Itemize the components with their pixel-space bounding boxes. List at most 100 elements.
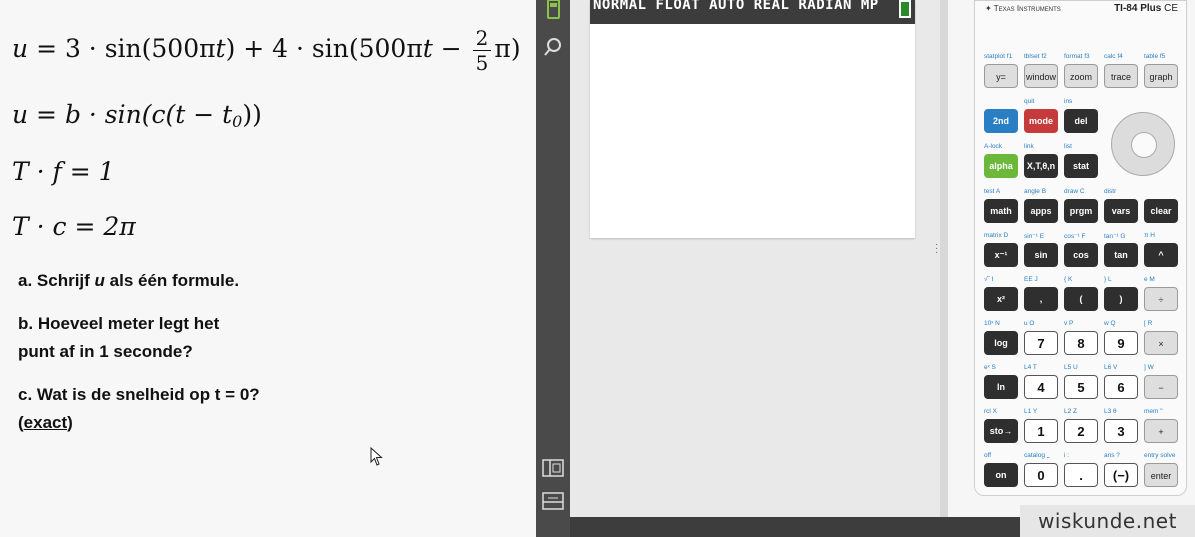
key-4-4[interactable]: ^ — [1144, 243, 1178, 267]
key-6-1[interactable]: 7 — [1024, 331, 1058, 355]
watermark: wiskunde.net — [1020, 505, 1195, 537]
key-label-1-2: ins — [1064, 98, 1073, 105]
key-9-2[interactable]: . — [1064, 463, 1098, 487]
key-4-0[interactable]: x⁻¹ — [984, 243, 1018, 267]
key-5-4[interactable]: ÷ — [1144, 287, 1178, 311]
key-label-5-4: e M — [1144, 276, 1155, 283]
layout-icon[interactable] — [542, 457, 564, 479]
key-8-2[interactable]: 2 — [1064, 419, 1098, 443]
question-b: b. Hoeveel meter legt het punt af in 1 s… — [18, 314, 220, 361]
key-5-1[interactable]: , — [1024, 287, 1058, 311]
key-5-3[interactable]: ) — [1104, 287, 1138, 311]
key-6-2[interactable]: 8 — [1064, 331, 1098, 355]
key-7-3[interactable]: 6 — [1104, 375, 1138, 399]
key-1-2[interactable]: del — [1064, 109, 1098, 133]
key-label-0-1: tblset f2 — [1024, 53, 1047, 60]
panel-icon[interactable] — [542, 490, 564, 512]
key-2-0[interactable]: alpha — [984, 154, 1018, 178]
search-icon[interactable] — [542, 36, 564, 58]
battery-icon — [899, 0, 911, 18]
key-label-0-3: calc f4 — [1104, 53, 1123, 60]
key-8-0[interactable]: sto→ — [984, 419, 1018, 443]
key-5-2[interactable]: ( — [1064, 287, 1098, 311]
key-label-4-1: sin⁻¹ E — [1024, 233, 1045, 240]
question-a: a. Schrijf u als één formule. — [18, 271, 240, 290]
calculator-icon[interactable] — [542, 0, 564, 22]
key-label-5-0: √‾ I — [984, 276, 994, 283]
key-7-2[interactable]: 5 — [1064, 375, 1098, 399]
key-label-4-3: tan⁻¹ G — [1104, 233, 1126, 240]
key-label-4-4: π H — [1144, 232, 1155, 239]
key-9-3[interactable]: (−) — [1104, 463, 1138, 487]
key-label-0-2: format f3 — [1064, 53, 1090, 60]
key-9-0[interactable]: on — [984, 463, 1018, 487]
key-label-3-0: test A — [984, 188, 1001, 195]
key-6-0[interactable]: log — [984, 331, 1018, 355]
calculator-screen[interactable]: NORMAL FLOAT AUTO REAL RADIAN MP — [590, 0, 915, 238]
key-0-4[interactable]: graph — [1144, 64, 1178, 88]
key-0-0[interactable]: y= — [984, 64, 1018, 88]
key-4-2[interactable]: cos — [1064, 243, 1098, 267]
key-label-5-3: } L — [1104, 276, 1112, 283]
key-label-8-0: rcl X — [984, 408, 997, 415]
brand-label: ✦ Texas Instruments — [985, 4, 1061, 13]
key-label-4-2: cos⁻¹ F — [1064, 233, 1086, 240]
formula-1: u = 3 · sin(500πt) + 4 · sin(500πt − 25π… — [12, 26, 521, 75]
key-3-0[interactable]: math — [984, 199, 1018, 223]
key-0-2[interactable]: zoom — [1064, 64, 1098, 88]
key-8-1[interactable]: 1 — [1024, 419, 1058, 443]
key-9-4[interactable]: enter — [1144, 463, 1178, 487]
key-label-7-1: L4 T — [1024, 364, 1037, 371]
key-4-1[interactable]: sin — [1024, 243, 1058, 267]
arrow-pad[interactable] — [1111, 112, 1175, 176]
key-label-8-2: L2 Z — [1064, 408, 1078, 415]
key-label-8-3: L3 θ — [1104, 408, 1117, 415]
question-c: c. Wat is de snelheid op t = 0? (exact) — [18, 385, 260, 432]
key-label-7-4: ] W — [1144, 364, 1154, 371]
key-7-4[interactable]: − — [1144, 375, 1178, 399]
key-label-5-2: { K — [1064, 276, 1073, 283]
key-0-1[interactable]: window — [1024, 64, 1058, 88]
key-label-2-2: list — [1064, 143, 1072, 150]
key-3-2[interactable]: prgm — [1064, 199, 1098, 223]
key-3-3[interactable]: vars — [1104, 199, 1138, 223]
side-toolbar — [536, 0, 570, 537]
key-label-3-3: distr — [1104, 188, 1117, 195]
key-label-8-4: mem " — [1144, 408, 1163, 415]
key-1-1[interactable]: mode — [1024, 109, 1058, 133]
key-7-1[interactable]: 4 — [1024, 375, 1058, 399]
key-2-2[interactable]: stat — [1064, 154, 1098, 178]
key-3-1[interactable]: apps — [1024, 199, 1058, 223]
key-8-4[interactable]: + — [1144, 419, 1178, 443]
key-1-0[interactable]: 2nd — [984, 109, 1018, 133]
key-label-6-3: w Q — [1104, 320, 1116, 327]
key-6-3[interactable]: 9 — [1104, 331, 1138, 355]
key-6-4[interactable]: × — [1144, 331, 1178, 355]
key-0-3[interactable]: trace — [1104, 64, 1138, 88]
key-label-2-1: link — [1024, 143, 1034, 150]
resize-handle-icon[interactable]: · · · — [935, 240, 938, 258]
emulator-area: NORMAL FLOAT AUTO REAL RADIAN MP — [570, 0, 940, 517]
key-9-1[interactable]: 0 — [1024, 463, 1058, 487]
key-label-6-2: v P — [1064, 320, 1074, 327]
key-label-7-0: eˣ S — [984, 364, 996, 371]
key-8-3[interactable]: 3 — [1104, 419, 1138, 443]
key-label-9-1: catalog ⎵ — [1024, 452, 1050, 459]
pane-divider[interactable] — [940, 0, 948, 517]
key-5-0[interactable]: x² — [984, 287, 1018, 311]
key-label-9-2: i : — [1064, 452, 1070, 459]
key-label-9-3: ans ? — [1104, 452, 1120, 459]
key-label-3-2: draw C — [1064, 188, 1085, 195]
key-label-3-1: angle B — [1024, 188, 1047, 195]
key-label-4-0: matrix D — [984, 232, 1009, 239]
document-pane: u = 3 · sin(500πt) + 4 · sin(500πt − 25π… — [0, 0, 536, 537]
key-label-7-2: L5 U — [1064, 364, 1078, 371]
key-2-1[interactable]: X,T,θ,n — [1024, 154, 1058, 178]
key-label-6-0: 10ˣ N — [984, 320, 1000, 327]
key-3-4[interactable]: clear — [1144, 199, 1178, 223]
key-label-6-4: [ R — [1144, 320, 1153, 327]
key-7-0[interactable]: ln — [984, 375, 1018, 399]
fraction-2-5: 25 — [472, 26, 492, 75]
key-label-7-3: L6 V — [1104, 364, 1118, 371]
key-4-3[interactable]: tan — [1104, 243, 1138, 267]
